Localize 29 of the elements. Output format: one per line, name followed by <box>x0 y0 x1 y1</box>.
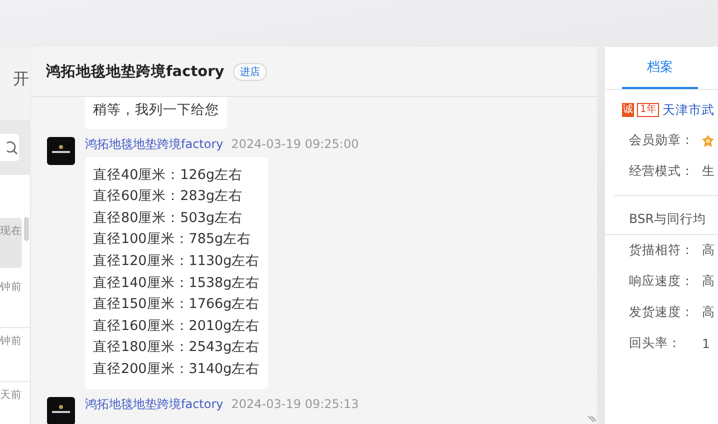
field-label: 经营模式： <box>629 163 695 180</box>
message-time: 2024-03-19 09:25:00 <box>231 136 359 151</box>
company-link[interactable]: 天津市武 <box>662 102 714 118</box>
field-label: 会员勋章： <box>629 132 695 149</box>
sender-name: 鸿拓地毯地垫跨境factory <box>85 396 224 411</box>
message-bubble: 稍等，我列一下给您 <box>85 97 227 129</box>
rating-label: 发货速度： <box>629 304 695 321</box>
conversation-time[interactable]: 天前 <box>0 382 30 424</box>
field-value: 生 <box>702 163 715 180</box>
conversation-time[interactable]: 钟前 <box>0 328 30 382</box>
integrity-badge: 诚 <box>622 103 634 117</box>
panel-heading: 开 <box>12 68 29 90</box>
profile-tab[interactable]: 档案 <box>622 47 698 89</box>
conversation-time[interactable]: 现在 <box>0 218 22 268</box>
years-badge: 1年 <box>637 103 660 117</box>
rating-value: 高 <box>702 273 715 290</box>
message-bubble: 直径40厘米：126g左右 直径60厘米：283g左右 直径80厘米：503g左右 直径100厘米：785g左右 直径120厘米：1130g左右 直径140厘米：1538g左右 直径150厘米：1766g左右 直径160厘米：2010g左右 直径180厘米：2543g左右 直径200厘米：3140g左右 <box>85 156 268 389</box>
message-time: 2024-03-19 09:25:13 <box>231 396 359 411</box>
rating-value: 高 <box>702 242 715 259</box>
rating-value: 1 <box>702 336 710 351</box>
rating-label: 货描相符： <box>629 242 695 259</box>
conversation-time[interactable]: 钟前 <box>0 274 30 328</box>
chat-title: 鸿拓地毯地垫跨境factory <box>46 62 224 81</box>
sender-name: 鸿拓地毯地垫跨境factory <box>85 136 224 151</box>
rating-value: 高 <box>702 304 715 321</box>
rating-label: 响应速度： <box>629 273 695 290</box>
store-button[interactable]: 进店 <box>233 62 268 80</box>
rating-label: 回头率： <box>629 335 682 352</box>
section-title: BSR与同行均 <box>605 196 718 235</box>
